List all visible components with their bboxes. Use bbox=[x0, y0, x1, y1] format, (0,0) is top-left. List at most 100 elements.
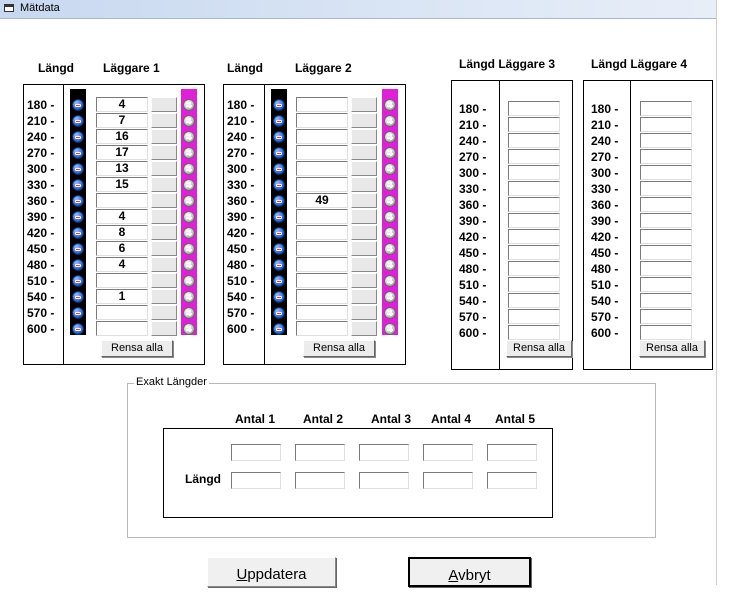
count-field[interactable] bbox=[296, 145, 348, 160]
minus-icon[interactable] bbox=[273, 227, 285, 239]
exact-count-field[interactable] bbox=[295, 444, 345, 461]
minus-icon[interactable] bbox=[72, 99, 84, 111]
minus-icon[interactable] bbox=[72, 147, 84, 159]
count-field[interactable]: 49 bbox=[296, 193, 348, 208]
exact-count-field[interactable] bbox=[231, 444, 281, 461]
row-button[interactable] bbox=[151, 113, 177, 128]
count-field[interactable] bbox=[640, 325, 692, 340]
count-field[interactable]: 8 bbox=[96, 225, 148, 240]
minus-icon[interactable] bbox=[72, 275, 84, 287]
row-button[interactable] bbox=[151, 145, 177, 160]
count-field[interactable] bbox=[640, 197, 692, 212]
plus-icon[interactable] bbox=[183, 115, 195, 127]
row-button[interactable] bbox=[351, 321, 377, 336]
count-field[interactable] bbox=[640, 245, 692, 260]
count-field[interactable] bbox=[296, 273, 348, 288]
row-button[interactable] bbox=[151, 273, 177, 288]
minus-icon[interactable] bbox=[273, 323, 285, 335]
exact-count-field[interactable] bbox=[423, 444, 473, 461]
count-field[interactable] bbox=[296, 129, 348, 144]
count-field[interactable] bbox=[508, 101, 560, 116]
count-field[interactable]: 4 bbox=[96, 97, 148, 112]
plus-icon[interactable] bbox=[183, 195, 195, 207]
plus-icon[interactable] bbox=[183, 259, 195, 271]
count-field[interactable]: 17 bbox=[96, 145, 148, 160]
cancel-button[interactable]: Avbryt bbox=[408, 557, 531, 587]
count-field[interactable]: 13 bbox=[96, 161, 148, 176]
count-field[interactable] bbox=[508, 229, 560, 244]
exact-count-field[interactable] bbox=[359, 444, 409, 461]
clear-all-button[interactable]: Rensa alla bbox=[639, 340, 705, 357]
row-button[interactable] bbox=[351, 177, 377, 192]
plus-icon[interactable] bbox=[183, 163, 195, 175]
count-field[interactable] bbox=[640, 117, 692, 132]
plus-icon[interactable] bbox=[384, 147, 396, 159]
plus-icon[interactable] bbox=[183, 323, 195, 335]
plus-icon[interactable] bbox=[183, 227, 195, 239]
count-field[interactable] bbox=[640, 133, 692, 148]
plus-icon[interactable] bbox=[384, 259, 396, 271]
count-field[interactable] bbox=[296, 257, 348, 272]
minus-icon[interactable] bbox=[72, 211, 84, 223]
row-button[interactable] bbox=[351, 225, 377, 240]
row-button[interactable] bbox=[151, 241, 177, 256]
plus-icon[interactable] bbox=[384, 323, 396, 335]
plus-icon[interactable] bbox=[384, 115, 396, 127]
row-button[interactable] bbox=[351, 97, 377, 112]
minus-icon[interactable] bbox=[273, 195, 285, 207]
count-field[interactable] bbox=[640, 261, 692, 276]
row-button[interactable] bbox=[151, 97, 177, 112]
count-field[interactable] bbox=[296, 161, 348, 176]
count-field[interactable] bbox=[640, 309, 692, 324]
plus-icon[interactable] bbox=[384, 307, 396, 319]
count-field[interactable] bbox=[640, 165, 692, 180]
exact-length-field[interactable] bbox=[423, 472, 473, 489]
count-field[interactable] bbox=[508, 149, 560, 164]
count-field[interactable]: 16 bbox=[96, 129, 148, 144]
minus-icon[interactable] bbox=[273, 259, 285, 271]
plus-icon[interactable] bbox=[384, 227, 396, 239]
row-button[interactable] bbox=[351, 241, 377, 256]
minus-icon[interactable] bbox=[72, 163, 84, 175]
count-field[interactable] bbox=[296, 225, 348, 240]
minus-icon[interactable] bbox=[72, 179, 84, 191]
plus-icon[interactable] bbox=[384, 211, 396, 223]
count-field[interactable] bbox=[640, 149, 692, 164]
minus-icon[interactable] bbox=[273, 115, 285, 127]
exact-length-field[interactable] bbox=[295, 472, 345, 489]
row-button[interactable] bbox=[351, 129, 377, 144]
count-field[interactable] bbox=[296, 289, 348, 304]
count-field[interactable] bbox=[640, 229, 692, 244]
count-field[interactable]: 4 bbox=[96, 209, 148, 224]
plus-icon[interactable] bbox=[384, 275, 396, 287]
count-field[interactable] bbox=[296, 305, 348, 320]
plus-icon[interactable] bbox=[384, 131, 396, 143]
count-field[interactable] bbox=[508, 277, 560, 292]
minus-icon[interactable] bbox=[72, 307, 84, 319]
plus-icon[interactable] bbox=[384, 291, 396, 303]
plus-icon[interactable] bbox=[183, 291, 195, 303]
row-button[interactable] bbox=[351, 209, 377, 224]
row-button[interactable] bbox=[151, 257, 177, 272]
row-button[interactable] bbox=[351, 145, 377, 160]
minus-icon[interactable] bbox=[72, 259, 84, 271]
plus-icon[interactable] bbox=[384, 99, 396, 111]
clear-all-button[interactable]: Rensa alla bbox=[303, 340, 375, 357]
minus-icon[interactable] bbox=[273, 163, 285, 175]
count-field[interactable] bbox=[508, 197, 560, 212]
minus-icon[interactable] bbox=[72, 115, 84, 127]
exact-length-field[interactable] bbox=[487, 472, 537, 489]
count-field[interactable] bbox=[640, 277, 692, 292]
count-field[interactable] bbox=[296, 177, 348, 192]
row-button[interactable] bbox=[151, 305, 177, 320]
count-field[interactable] bbox=[508, 245, 560, 260]
count-field[interactable]: 7 bbox=[96, 113, 148, 128]
row-button[interactable] bbox=[351, 113, 377, 128]
row-button[interactable] bbox=[351, 273, 377, 288]
row-button[interactable] bbox=[351, 257, 377, 272]
minus-icon[interactable] bbox=[72, 243, 84, 255]
count-field[interactable] bbox=[640, 293, 692, 308]
exact-count-field[interactable] bbox=[487, 444, 537, 461]
row-button[interactable] bbox=[351, 193, 377, 208]
plus-icon[interactable] bbox=[183, 307, 195, 319]
